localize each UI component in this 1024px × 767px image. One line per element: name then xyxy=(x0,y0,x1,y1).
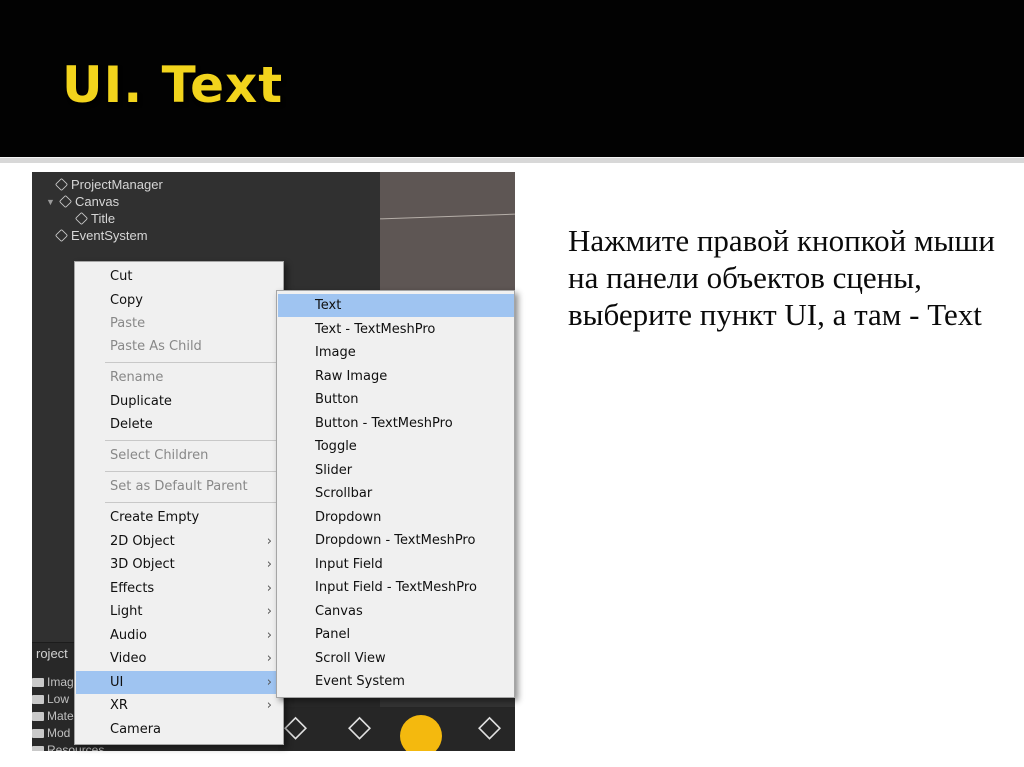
scene-ground-line xyxy=(380,213,515,220)
folder-item[interactable]: Low xyxy=(32,692,69,706)
unity-cube-icon[interactable]: ◇ xyxy=(348,709,371,744)
chevron-right-icon: › xyxy=(266,698,272,713)
hierarchy-item-label: EventSystem xyxy=(71,228,148,243)
folder-item[interactable]: Imag xyxy=(32,675,74,689)
cube-icon xyxy=(54,177,69,192)
submenu-item-button[interactable]: Button xyxy=(278,388,514,411)
submenu-item-text-textmeshpro[interactable]: Text - TextMeshPro xyxy=(278,318,514,341)
hierarchy-item-title[interactable]: Title xyxy=(74,210,116,227)
menu-item-video[interactable]: Video › xyxy=(76,647,282,670)
chevron-right-icon: › xyxy=(266,581,272,596)
menu-item-2d-object[interactable]: 2D Object › xyxy=(76,530,282,553)
ui-submenu: Text Text - TextMeshPro Image Raw Image … xyxy=(276,290,515,698)
folder-item[interactable]: Mod xyxy=(32,726,70,740)
submenu-item-button-textmeshpro[interactable]: Button - TextMeshPro xyxy=(278,412,514,435)
menu-separator xyxy=(105,471,281,472)
menu-item-rename[interactable]: Rename xyxy=(76,366,282,389)
menu-item-set-default-parent[interactable]: Set as Default Parent xyxy=(76,475,282,498)
menu-separator xyxy=(105,362,281,363)
instruction-text: Нажмите правой кнопкой мыши на панели об… xyxy=(568,223,995,332)
cube-icon xyxy=(54,228,69,243)
chevron-right-icon: › xyxy=(266,557,272,572)
chevron-right-icon: › xyxy=(266,604,272,619)
menu-item-audio[interactable]: Audio › xyxy=(76,624,282,647)
submenu-item-toggle[interactable]: Toggle xyxy=(278,435,514,458)
expand-triangle-icon[interactable]: ▼ xyxy=(46,197,56,207)
title-divider xyxy=(0,157,1024,163)
folder-icon xyxy=(32,711,44,721)
folder-icon xyxy=(32,745,44,751)
hierarchy-item-eventsystem[interactable]: EventSystem xyxy=(54,227,148,244)
menu-item-create-empty[interactable]: Create Empty xyxy=(76,506,282,529)
title-banner: UI. Text xyxy=(0,0,1024,163)
submenu-item-panel[interactable]: Panel xyxy=(278,623,514,646)
menu-item-duplicate[interactable]: Duplicate xyxy=(76,390,282,413)
slide-title: UI. Text xyxy=(62,56,284,114)
folder-item[interactable]: Mate xyxy=(32,709,74,723)
hierarchy-item-label: ProjectManager xyxy=(71,177,163,192)
menu-item-select-children[interactable]: Select Children xyxy=(76,444,282,467)
submenu-item-input-field[interactable]: Input Field xyxy=(278,553,514,576)
menu-item-copy[interactable]: Copy xyxy=(76,289,282,312)
hierarchy-item-projectmanager[interactable]: ProjectManager xyxy=(54,176,163,193)
menu-item-paste[interactable]: Paste xyxy=(76,312,282,335)
unity-cube-icon[interactable]: ◇ xyxy=(284,709,307,744)
folder-icon xyxy=(32,694,44,704)
submenu-item-dropdown[interactable]: Dropdown xyxy=(278,506,514,529)
hierarchy-item-label: Title xyxy=(91,211,116,226)
menu-item-cut[interactable]: Cut xyxy=(76,265,282,288)
menu-item-light[interactable]: Light › xyxy=(76,600,282,623)
cube-icon xyxy=(58,194,73,209)
submenu-item-input-field-textmeshpro[interactable]: Input Field - TextMeshPro xyxy=(278,576,514,599)
menu-item-effects[interactable]: Effects › xyxy=(76,577,282,600)
submenu-item-scrollbar[interactable]: Scrollbar xyxy=(278,482,514,505)
sun-icon[interactable] xyxy=(400,715,442,751)
chevron-right-icon: › xyxy=(266,628,272,643)
asset-thumbnails: ◇ ◇ ◇ xyxy=(278,707,515,751)
submenu-item-raw-image[interactable]: Raw Image xyxy=(278,365,514,388)
chevron-right-icon: › xyxy=(266,675,272,690)
unity-cube-icon[interactable]: ◇ xyxy=(478,709,501,744)
menu-separator xyxy=(105,440,281,441)
menu-item-ui[interactable]: UI › xyxy=(76,671,282,694)
menu-item-delete[interactable]: Delete xyxy=(76,413,282,436)
menu-item-paste-as-child[interactable]: Paste As Child xyxy=(76,335,282,358)
menu-item-3d-object[interactable]: 3D Object › xyxy=(76,553,282,576)
submenu-item-dropdown-textmeshpro[interactable]: Dropdown - TextMeshPro xyxy=(278,529,514,552)
folder-icon xyxy=(32,728,44,738)
menu-item-camera[interactable]: Camera xyxy=(76,718,282,741)
submenu-item-event-system[interactable]: Event System xyxy=(278,670,514,693)
project-tab[interactable]: roject xyxy=(32,643,72,665)
chevron-right-icon: › xyxy=(266,651,272,666)
submenu-item-slider[interactable]: Slider xyxy=(278,459,514,482)
hierarchy-item-canvas[interactable]: ▼ Canvas xyxy=(46,193,119,210)
hierarchy-item-label: Canvas xyxy=(75,194,120,209)
context-menu: Cut Copy Paste Paste As Child Rename Dup… xyxy=(74,261,284,745)
submenu-item-text[interactable]: Text xyxy=(278,294,514,317)
scene-view[interactable] xyxy=(380,172,515,292)
menu-item-xr[interactable]: XR › xyxy=(76,694,282,717)
menu-separator xyxy=(105,502,281,503)
submenu-item-image[interactable]: Image xyxy=(278,341,514,364)
chevron-right-icon: › xyxy=(266,534,272,549)
folder-icon xyxy=(32,677,44,687)
cube-icon xyxy=(74,211,89,226)
submenu-item-canvas[interactable]: Canvas xyxy=(278,600,514,623)
submenu-item-scroll-view[interactable]: Scroll View xyxy=(278,647,514,670)
